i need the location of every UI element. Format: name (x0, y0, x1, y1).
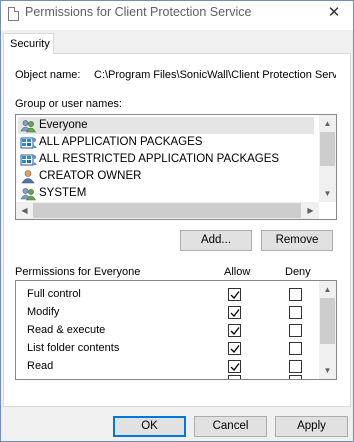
package-group-icon (20, 152, 37, 167)
group-name: ALL RESTRICTED APPLICATION PACKAGES (39, 153, 280, 165)
group-list-item[interactable]: Everyone (18, 117, 314, 134)
group-list-vthumb[interactable] (320, 132, 335, 166)
add-button[interactable]: Add... (180, 230, 252, 251)
allow-checkbox[interactable] (228, 288, 241, 301)
deny-checkbox[interactable] (289, 324, 302, 337)
permissions-list: Full control Modify Read & execute List fol… (15, 280, 337, 380)
tab-security-label: Security (10, 38, 50, 50)
permission-name: List folder contents (27, 342, 120, 354)
dialog-body: Security Object name: C:\Program Files\S… (1, 30, 353, 441)
deny-checkbox[interactable] (289, 360, 302, 373)
permission-name: Read & execute (27, 324, 106, 336)
permission-row: Read (18, 357, 314, 375)
package-group-icon (20, 135, 37, 150)
window-title: Permissions for Client Protection Servic… (25, 5, 252, 19)
user-icon (20, 169, 37, 184)
group-list[interactable]: Everyone ALL APPLICATION PACKAGES ALL REST… (15, 114, 337, 220)
deny-header: Deny (285, 266, 311, 278)
object-name-label: Object name: (15, 69, 81, 81)
remove-button[interactable]: Remove (261, 230, 333, 251)
permissions-vscrollbar[interactable]: ▲ ▼ (319, 281, 336, 379)
deny-checkbox[interactable] (289, 306, 302, 319)
group-name: CREATOR OWNER (39, 170, 142, 182)
users-group-icon (20, 118, 37, 133)
permissions-vthumb[interactable] (320, 298, 335, 344)
scroll-up-arrow-icon[interactable]: ▲ (319, 115, 336, 132)
group-list-vscrollbar[interactable]: ▲ ▼ (319, 115, 336, 202)
group-list-item[interactable]: ALL APPLICATION PACKAGES (18, 134, 314, 151)
group-list-hthumb[interactable] (33, 203, 301, 218)
ok-button[interactable]: OK (113, 416, 186, 437)
scroll-up-arrow-icon[interactable]: ▲ (319, 281, 336, 298)
group-list-item[interactable]: ALL RESTRICTED APPLICATION PACKAGES (18, 151, 314, 168)
permission-row: Modify (18, 303, 314, 321)
object-name-value: C:\Program Files\SonicWall\Client Protec… (94, 69, 336, 81)
title-bar: Permissions for Client Protection Servic… (1, 1, 353, 30)
deny-checkbox[interactable] (289, 288, 302, 301)
permission-row: List folder contents (18, 339, 314, 357)
allow-header: Allow (224, 266, 251, 278)
scroll-left-arrow-icon[interactable]: ◀ (16, 202, 33, 219)
allow-checkbox[interactable] (228, 360, 241, 373)
close-button[interactable]: ✕ (323, 3, 345, 23)
deny-checkbox[interactable] (289, 342, 302, 355)
users-group-icon (20, 186, 37, 201)
group-list-item[interactable]: CREATOR OWNER (18, 168, 314, 185)
tab-security[interactable]: Security (3, 33, 54, 54)
apply-button[interactable]: Apply (275, 416, 348, 437)
group-list-item[interactable]: SYSTEM (18, 185, 314, 202)
permissions-title: Permissions for Everyone (15, 266, 141, 278)
group-list-hscrollbar[interactable]: ◀ ▶ (16, 202, 319, 219)
permission-partial-row (18, 375, 314, 379)
permission-name: Modify (27, 306, 60, 318)
permission-row: Full control (18, 285, 314, 303)
permission-row: Read & execute (18, 321, 314, 339)
allow-checkbox[interactable] (228, 306, 241, 319)
allow-checkbox[interactable] (228, 324, 241, 337)
security-tab-page: Object name: C:\Program Files\SonicWall\… (3, 53, 351, 407)
cancel-button[interactable]: Cancel (194, 416, 267, 437)
group-name: ALL APPLICATION PACKAGES (39, 136, 203, 148)
scroll-down-arrow-icon[interactable]: ▼ (319, 185, 336, 202)
permission-name: Read (27, 360, 54, 372)
allow-checkbox[interactable] (228, 342, 241, 355)
scroll-down-arrow-icon[interactable]: ▼ (319, 362, 336, 379)
permission-name: Full control (27, 288, 81, 300)
group-name: Everyone (39, 119, 88, 131)
group-names-label: Group or user names: (15, 98, 122, 110)
group-name: SYSTEM (39, 187, 87, 199)
document-icon (8, 7, 19, 21)
scroll-right-arrow-icon[interactable]: ▶ (302, 202, 319, 219)
permissions-dialog: Permissions for Client Protection Servic… (0, 0, 354, 442)
